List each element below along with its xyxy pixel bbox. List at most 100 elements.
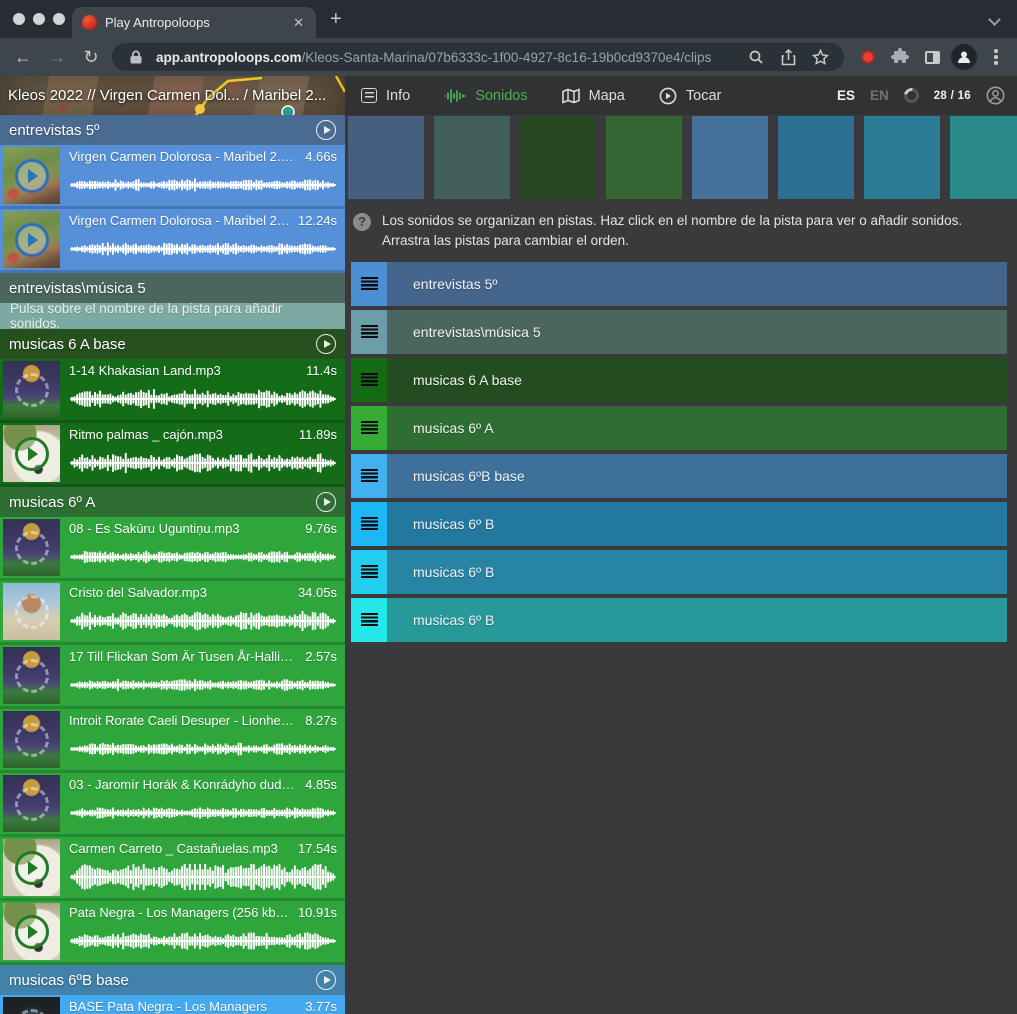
nav-tab-info[interactable]: Info bbox=[361, 88, 410, 104]
zoom-page-icon[interactable] bbox=[744, 49, 768, 65]
track-row-body[interactable]: musicas 6º A bbox=[387, 406, 1007, 450]
nav-tab-tocar[interactable]: Tocar bbox=[659, 87, 721, 105]
side-panel-icon[interactable] bbox=[916, 51, 948, 64]
track-row[interactable]: musicas 6º B bbox=[351, 502, 1007, 546]
clip-item[interactable]: 03 - Jaromír Horák & Konrádyho dudácká .… bbox=[0, 773, 345, 837]
track-color-swatch[interactable] bbox=[606, 116, 682, 199]
new-tab-button[interactable]: + bbox=[330, 10, 342, 28]
track-row-body[interactable]: musicas 6º B bbox=[387, 502, 1007, 546]
browser-menu-icon[interactable] bbox=[980, 49, 1012, 65]
play-clip-button[interactable] bbox=[3, 903, 60, 960]
drag-handle[interactable] bbox=[351, 502, 387, 546]
clip-item[interactable]: 17 Till Flickan Som Är Tusen År-Halling … bbox=[0, 645, 345, 709]
nav-label: Tocar bbox=[686, 88, 721, 104]
address-bar[interactable]: app.antropoloops.com/Kleos-Santa-Marina/… bbox=[112, 43, 844, 71]
track-color-swatch[interactable] bbox=[864, 116, 940, 199]
clip-item[interactable]: BASE Pata Negra - Los Managers3.77s bbox=[0, 995, 345, 1014]
play-clip-button[interactable] bbox=[3, 147, 60, 204]
play-track-button[interactable] bbox=[316, 120, 336, 140]
share-icon[interactable] bbox=[776, 49, 800, 66]
drag-handle[interactable] bbox=[351, 598, 387, 642]
profile-avatar-icon[interactable] bbox=[948, 44, 980, 70]
track-row[interactable]: entrevistas 5º bbox=[351, 262, 1007, 306]
clip-item[interactable]: Carmen Carreto _ Castañuelas.mp317.54s bbox=[0, 837, 345, 901]
play-clip-button[interactable] bbox=[3, 361, 60, 418]
track-color-swatch[interactable] bbox=[692, 116, 768, 199]
play-track-button[interactable] bbox=[316, 334, 336, 354]
tab-close-icon[interactable]: ✕ bbox=[291, 15, 306, 31]
track-row[interactable]: entrevistas\música 5 bbox=[351, 310, 1007, 354]
track-row-body[interactable]: musicas 6 A base bbox=[387, 358, 1007, 402]
track-row-body[interactable]: entrevistas\música 5 bbox=[387, 310, 1007, 354]
clip-name: Virgen Carmen Dolorosa - Maribel 2.mp3 bbox=[69, 149, 297, 164]
waveform bbox=[69, 792, 337, 834]
map-preview[interactable]: Kleos 2022 // Virgen Carmen Dol... / Mar… bbox=[0, 76, 345, 115]
clip-item[interactable]: Cristo del Salvador.mp334.05s bbox=[0, 581, 345, 645]
drag-handle[interactable] bbox=[351, 454, 387, 498]
play-clip-button[interactable] bbox=[3, 583, 60, 640]
waveform bbox=[69, 442, 337, 484]
forward-button[interactable]: → bbox=[40, 47, 74, 68]
track-row-label: musicas 6ºB base bbox=[413, 468, 525, 484]
track-row[interactable]: musicas 6 A base bbox=[351, 358, 1007, 402]
drag-handle[interactable] bbox=[351, 310, 387, 354]
play-clip-button[interactable] bbox=[3, 711, 60, 768]
tab-search-chevron-icon[interactable] bbox=[988, 13, 1001, 26]
track-row-body[interactable]: musicas 6º B bbox=[387, 550, 1007, 594]
clip-item[interactable]: Pata Negra - Los Managers (256 kbps).mp3… bbox=[0, 901, 345, 965]
browser-tab[interactable]: Play Antropoloops ✕ bbox=[72, 7, 316, 38]
track-section-header[interactable]: musicas 6ºB base bbox=[0, 965, 345, 995]
nav-tab-sonidos[interactable]: Sonidos bbox=[444, 88, 527, 104]
lang-es-button[interactable]: ES bbox=[837, 88, 855, 103]
track-row[interactable]: musicas 6ºB base bbox=[351, 454, 1007, 498]
account-icon[interactable] bbox=[986, 86, 1005, 105]
record-extension-icon[interactable] bbox=[852, 50, 884, 64]
play-clip-button[interactable] bbox=[3, 211, 60, 268]
track-color-swatch[interactable] bbox=[778, 116, 854, 199]
back-button[interactable]: ← bbox=[6, 47, 40, 68]
track-row[interactable]: musicas 6º A bbox=[351, 406, 1007, 450]
drag-handle[interactable] bbox=[351, 262, 387, 306]
play-track-button[interactable] bbox=[316, 970, 336, 990]
play-clip-button[interactable] bbox=[3, 647, 60, 704]
play-clip-button[interactable] bbox=[3, 997, 60, 1014]
extensions-puzzle-icon[interactable] bbox=[884, 48, 916, 66]
track-row-body[interactable]: entrevistas 5º bbox=[387, 262, 1007, 306]
clip-item[interactable]: 08 - Es Sakūru Uguntiņu.mp39.76s bbox=[0, 517, 345, 581]
window-zoom-button[interactable] bbox=[53, 13, 65, 25]
play-clip-button[interactable] bbox=[3, 775, 60, 832]
clip-item[interactable]: Introit Rorate Caeli Desuper - Lionheart… bbox=[0, 709, 345, 773]
track-section-header[interactable]: entrevistas 5º bbox=[0, 115, 345, 145]
nav-tab-mapa[interactable]: Mapa bbox=[562, 88, 625, 104]
track-section-header[interactable]: musicas 6º A bbox=[0, 487, 345, 517]
track-color-swatch[interactable] bbox=[348, 116, 424, 199]
track-color-swatch[interactable] bbox=[950, 116, 1017, 199]
track-row[interactable]: musicas 6º B bbox=[351, 550, 1007, 594]
clip-item[interactable]: Virgen Carmen Dolorosa - Maribel 2.mp312… bbox=[0, 209, 345, 273]
help-question-icon: ? bbox=[353, 213, 371, 231]
track-color-swatch[interactable] bbox=[434, 116, 510, 199]
lang-en-button[interactable]: EN bbox=[870, 88, 889, 103]
reload-button[interactable]: ↻ bbox=[74, 47, 108, 68]
drag-handle[interactable] bbox=[351, 550, 387, 594]
track-section-header[interactable]: musicas 6 A base bbox=[0, 329, 345, 359]
track-row[interactable]: musicas 6º B bbox=[351, 598, 1007, 642]
drag-handle[interactable] bbox=[351, 358, 387, 402]
play-clip-button[interactable] bbox=[3, 425, 60, 482]
track-color-swatch[interactable] bbox=[520, 116, 596, 199]
clip-item[interactable]: Ritmo palmas _ cajón.mp311.89s bbox=[0, 423, 345, 487]
browser-window: Play Antropoloops ✕ + ← → ↻ app.antropol… bbox=[0, 0, 1017, 1014]
play-clip-button[interactable] bbox=[3, 519, 60, 576]
clip-item[interactable]: 1-14 Khakasian Land.mp311.4s bbox=[0, 359, 345, 423]
track-row-body[interactable]: musicas 6ºB base bbox=[387, 454, 1007, 498]
drag-handle[interactable] bbox=[351, 406, 387, 450]
bookmark-star-icon[interactable] bbox=[808, 49, 832, 66]
play-clip-button[interactable] bbox=[3, 839, 60, 896]
window-close-button[interactable] bbox=[13, 13, 25, 25]
clip-item[interactable]: Virgen Carmen Dolorosa - Maribel 2.mp34.… bbox=[0, 145, 345, 209]
play-track-button[interactable] bbox=[316, 492, 336, 512]
track-row-body[interactable]: musicas 6º B bbox=[387, 598, 1007, 642]
track-section-header[interactable]: entrevistas\música 5 bbox=[0, 273, 345, 303]
window-minimize-button[interactable] bbox=[33, 13, 45, 25]
breadcrumb: Kleos 2022 // Virgen Carmen Dol... / Mar… bbox=[8, 76, 326, 115]
